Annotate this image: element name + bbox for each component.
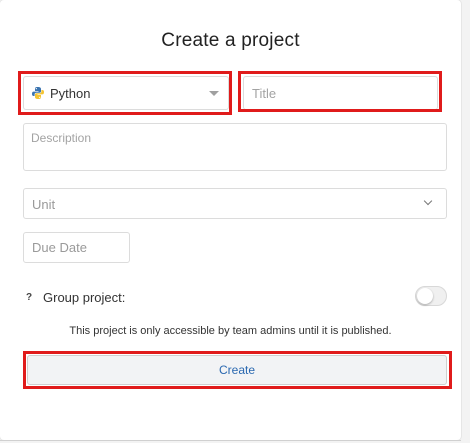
title-input[interactable] [243,76,438,110]
dialog-title: Create a project [161,30,300,51]
visibility-note: This project is only accessible by team … [69,325,392,337]
unit-select[interactable]: Unit [23,188,447,219]
description-textarea[interactable] [23,123,447,171]
help-icon[interactable]: ? [26,292,32,303]
create-project-dialog: Create a project Python Unit ? Group pro… [0,0,461,440]
caret-down-icon [209,91,219,96]
language-select[interactable]: Python [23,76,229,110]
create-button[interactable]: Create [27,355,447,385]
chevron-down-icon [423,196,433,206]
due-date-input[interactable] [23,232,130,263]
group-project-label: Group project: [43,290,126,305]
bottom-divider [0,440,461,441]
group-project-toggle[interactable] [415,286,447,306]
python-logo-icon [32,87,44,99]
language-value: Python [50,86,91,101]
unit-placeholder: Unit [32,197,56,212]
toggle-knob [417,288,433,304]
